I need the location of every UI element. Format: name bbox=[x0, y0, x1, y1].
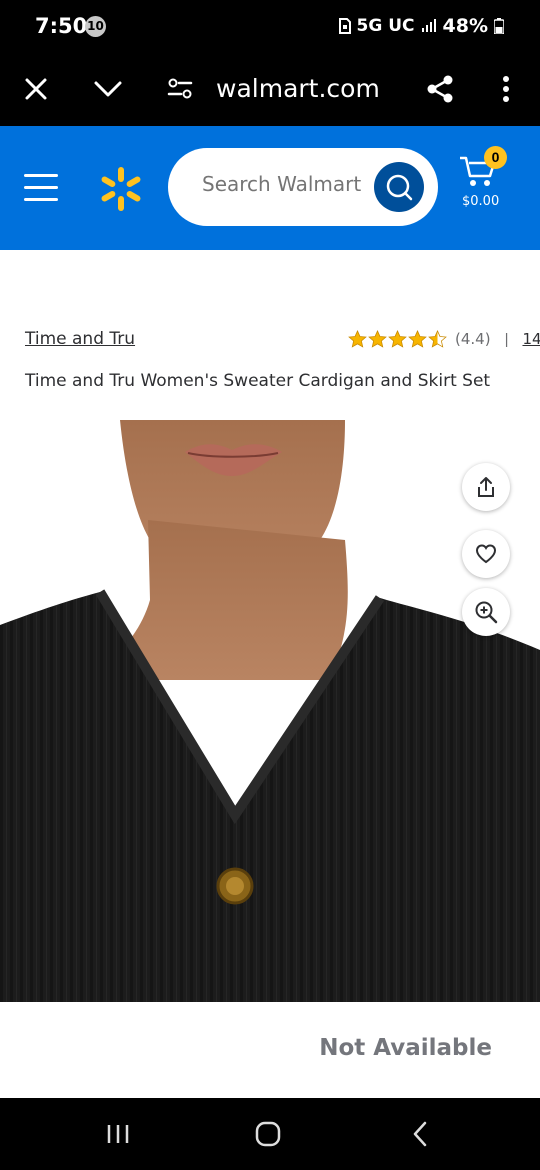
search-button[interactable] bbox=[374, 162, 424, 212]
product-photo bbox=[0, 420, 540, 1002]
cart-total: $0.00 bbox=[462, 194, 500, 209]
close-icon[interactable] bbox=[16, 69, 56, 109]
cart-button[interactable]: 0 $0.00 bbox=[456, 146, 516, 226]
review-count-link[interactable]: 14 bbox=[522, 330, 540, 348]
half-star-icon bbox=[428, 329, 447, 348]
recent-apps-icon[interactable] bbox=[98, 1116, 138, 1152]
signal-icon bbox=[421, 19, 436, 32]
back-icon[interactable] bbox=[400, 1116, 440, 1152]
star-icon bbox=[408, 329, 427, 348]
sim-icon bbox=[338, 18, 351, 34]
status-indicators: 5G UC 48% bbox=[338, 15, 504, 37]
notification-badge: 10 bbox=[85, 16, 106, 37]
more-vert-icon[interactable] bbox=[486, 69, 526, 109]
availability-status: Not Available bbox=[319, 1035, 492, 1061]
search-bar[interactable] bbox=[168, 148, 438, 226]
status-time: 7:50 bbox=[35, 14, 88, 38]
rating-summary[interactable]: (4.4) | 14 bbox=[348, 328, 540, 350]
product-image[interactable] bbox=[0, 420, 540, 1002]
rating-stars bbox=[348, 329, 447, 349]
browser-toolbar: walmart.com bbox=[0, 52, 540, 126]
site-header: 0 $0.00 bbox=[0, 126, 540, 250]
rating-value: (4.4) bbox=[455, 330, 491, 348]
zoom-button[interactable] bbox=[462, 588, 510, 636]
star-icon bbox=[368, 329, 387, 348]
star-icon bbox=[388, 329, 407, 348]
cart-count-badge: 0 bbox=[484, 146, 507, 169]
share-icon bbox=[478, 477, 494, 497]
rating-separator: | bbox=[504, 330, 509, 348]
site-settings-icon[interactable] bbox=[160, 69, 200, 109]
search-input[interactable] bbox=[202, 172, 372, 196]
zoom-in-icon bbox=[475, 601, 498, 624]
search-icon bbox=[386, 174, 413, 201]
availability-bar: Not Available bbox=[0, 1002, 540, 1098]
share-image-button[interactable] bbox=[462, 463, 510, 511]
home-icon[interactable] bbox=[248, 1116, 288, 1152]
chevron-down-icon[interactable] bbox=[88, 69, 128, 109]
share-icon[interactable] bbox=[420, 69, 460, 109]
network-label: 5G UC bbox=[356, 16, 415, 36]
brand-link[interactable]: Time and Tru bbox=[25, 329, 135, 349]
status-bar: 7:50 10 5G UC 48% bbox=[0, 0, 540, 52]
menu-icon[interactable] bbox=[24, 174, 60, 202]
favorite-button[interactable] bbox=[462, 530, 510, 578]
url-field[interactable]: walmart.com bbox=[216, 69, 380, 109]
battery-icon bbox=[494, 18, 504, 34]
star-icon bbox=[348, 329, 367, 348]
heart-icon bbox=[475, 544, 497, 564]
walmart-spark-logo[interactable] bbox=[98, 166, 144, 212]
system-nav-bar bbox=[0, 1098, 540, 1170]
battery-label: 48% bbox=[442, 15, 488, 37]
product-title: Time and Tru Women's Sweater Cardigan an… bbox=[25, 371, 491, 391]
